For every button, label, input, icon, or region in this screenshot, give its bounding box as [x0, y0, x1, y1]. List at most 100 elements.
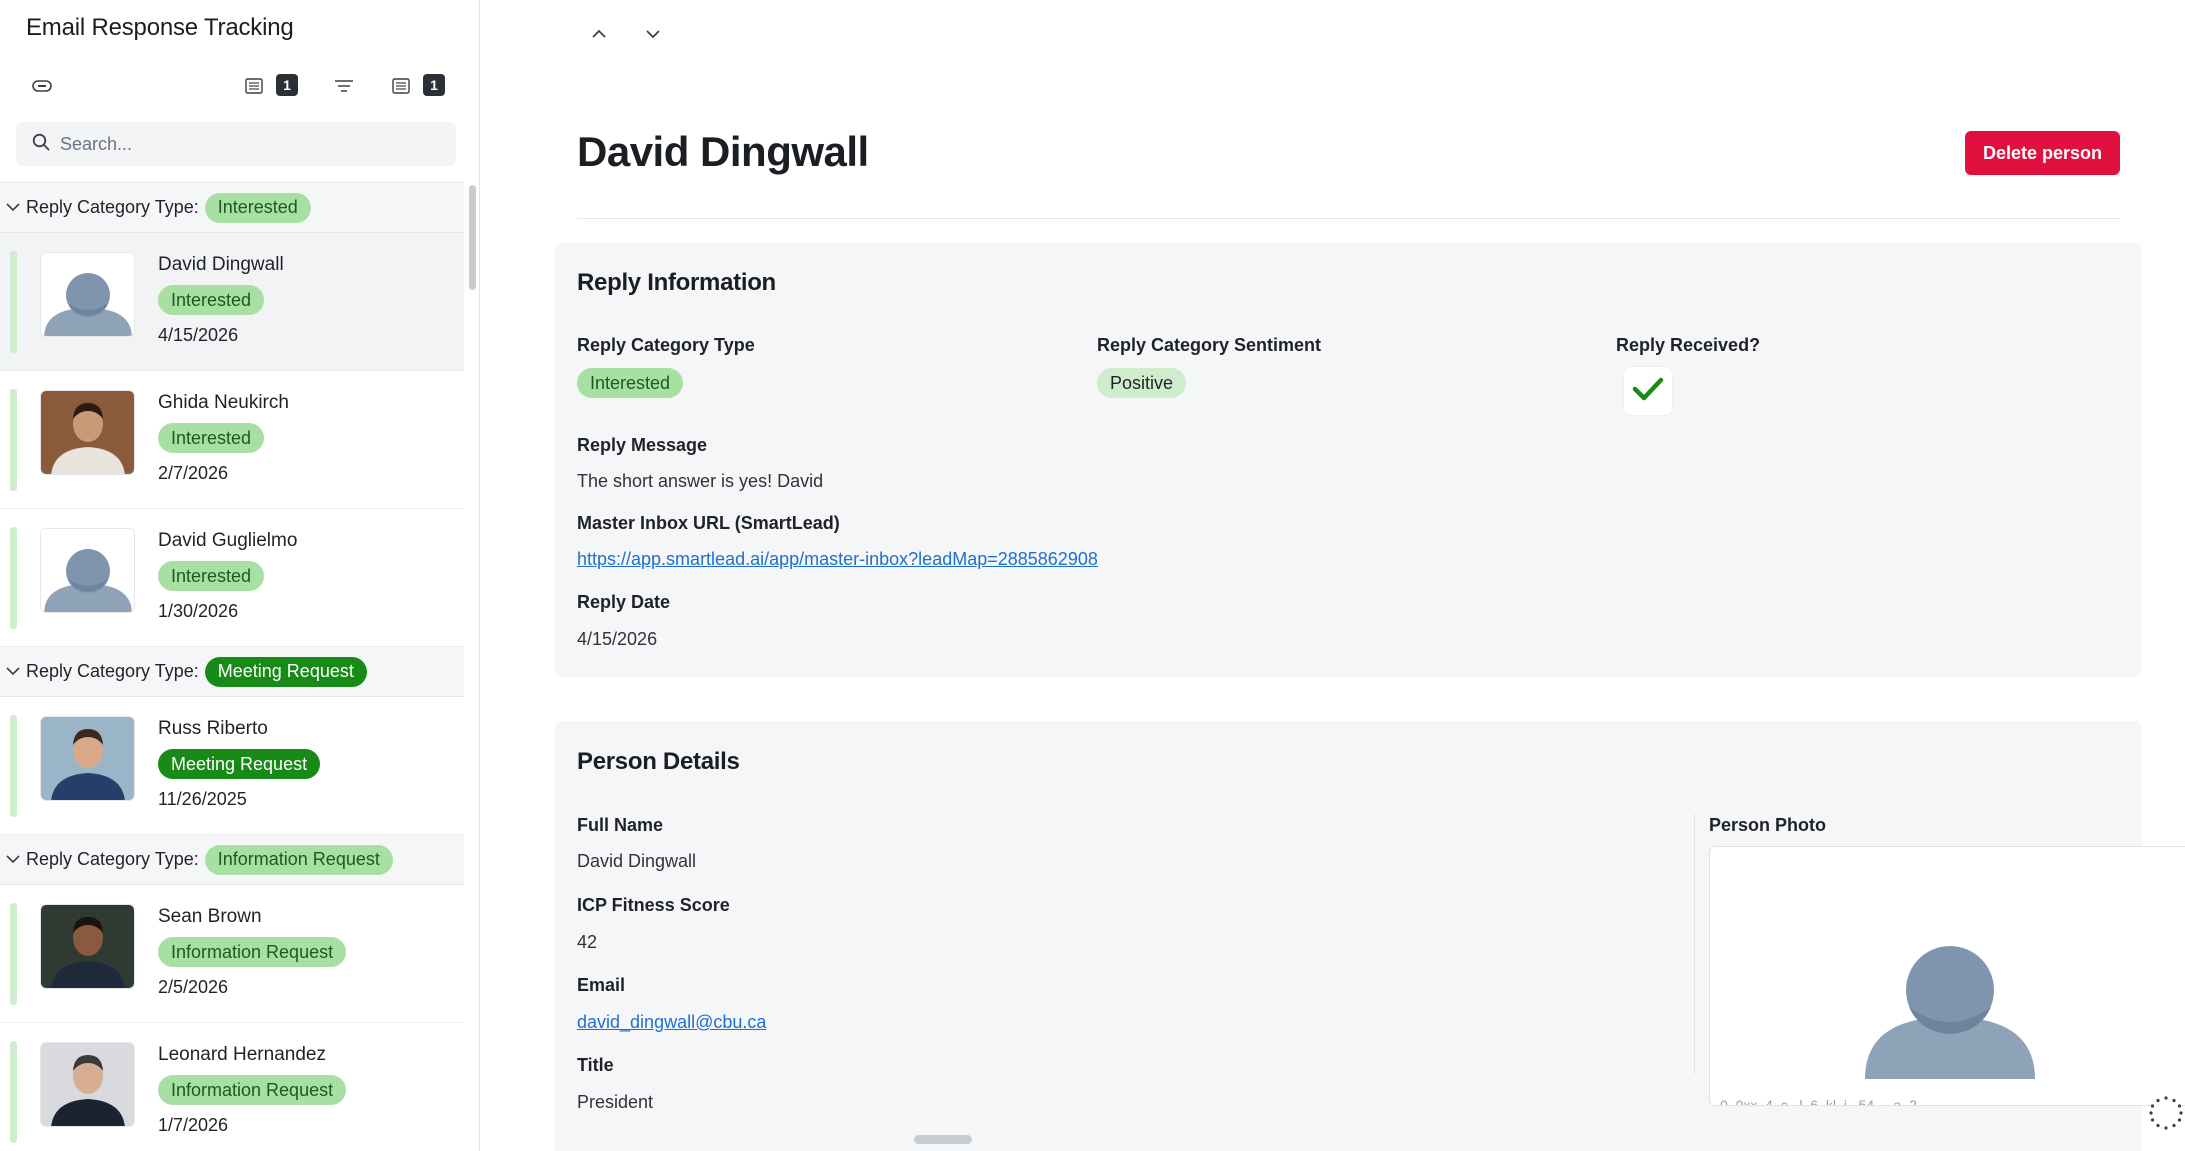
- category-pill: Information Request: [158, 1075, 347, 1105]
- person-photo[interactable]: 0_0xx_4_c...l_6_kl_i...54_...a_2: [1709, 846, 2185, 1106]
- avatar: [40, 716, 135, 801]
- sidebar-toolbar: 1 1: [0, 70, 479, 102]
- avatar: [40, 252, 135, 337]
- sidebar: Email Response Tracking 1 1 Reply Categ: [0, 0, 480, 1151]
- person-name: David Dingwall: [158, 254, 284, 275]
- card-info: Leonard Hernandez Information Request 1/7/…: [158, 1041, 347, 1136]
- card-info: David Dingwall Interested 4/15/2026: [158, 251, 284, 346]
- reply-message-label: Reply Message: [577, 435, 708, 455]
- group-value-pill: Information Request: [204, 844, 393, 875]
- reply-information-section: Reply Information Reply Category Type In…: [555, 242, 2142, 677]
- previous-record-button[interactable]: [586, 22, 612, 48]
- list-item[interactable]: Russ Riberto Meeting Request 11/26/2025: [0, 697, 464, 835]
- group-header[interactable]: Reply Category Type: Information Request: [0, 835, 464, 885]
- chevron-down-icon[interactable]: [4, 851, 22, 869]
- email-label: Email: [577, 975, 626, 995]
- category-pill: Information Request: [158, 937, 347, 967]
- master-inbox-url-label: Master Inbox URL (SmartLead): [577, 513, 840, 533]
- divider: [577, 218, 2120, 219]
- card-accent: [10, 715, 17, 817]
- fields-count-badge: 1: [276, 74, 298, 96]
- email-link[interactable]: david_dingwall@cbu.ca: [577, 1012, 766, 1033]
- fields-icon[interactable]: [243, 76, 265, 96]
- delete-person-button[interactable]: Delete person: [1965, 131, 2120, 175]
- reply-date: 1/30/2026: [158, 601, 239, 621]
- reply-date: 11/26/2025: [158, 789, 247, 809]
- reply-sentiment-field: Positive: [1097, 368, 1187, 398]
- list-item[interactable]: Sean Brown Information Request 2/5/2026: [0, 885, 464, 1023]
- section-title: Person Details: [577, 748, 740, 775]
- category-pill: Interested: [158, 285, 265, 315]
- reply-category-type-label: Reply Category Type: [577, 335, 755, 355]
- loading-spinner-icon: [2141, 1091, 2185, 1135]
- reply-date: 2/5/2026: [158, 977, 229, 997]
- card-info: David Guglielmo Interested 1/30/2026: [158, 527, 297, 622]
- section-title: Reply Information: [577, 269, 776, 296]
- category-pill: Interested: [158, 423, 265, 453]
- list-item[interactable]: Leonard Hernandez Information Request 1/7/…: [0, 1023, 464, 1151]
- card-accent: [10, 527, 17, 629]
- search-icon: [32, 133, 50, 156]
- search-input[interactable]: [60, 133, 440, 155]
- toggle-view-icon[interactable]: [31, 76, 53, 96]
- reply-date-value: 4/15/2026: [577, 629, 658, 649]
- card-accent: [10, 1041, 17, 1143]
- card-info: Ghida Neukirch Interested 2/7/2026: [158, 389, 289, 484]
- chevron-up-icon: [591, 26, 607, 44]
- person-photo-label: Person Photo: [1709, 815, 1827, 835]
- horizontal-scrollbar[interactable]: [914, 1135, 972, 1144]
- reply-category-type-field: Interested: [577, 368, 684, 398]
- card-info: Russ Riberto Meeting Request 11/26/2025: [158, 715, 321, 810]
- title-value: President: [577, 1092, 654, 1112]
- app-window: Email Response Tracking 1 1 Reply Categ: [0, 0, 2185, 1151]
- person-name: Ghida Neukirch: [158, 392, 289, 413]
- card-info: Sean Brown Information Request 2/5/2026: [158, 903, 347, 998]
- chevron-down-icon[interactable]: [4, 663, 22, 681]
- list-item[interactable]: David Guglielmo Interested 1/30/2026: [0, 509, 464, 647]
- chevron-down-icon[interactable]: [4, 199, 22, 217]
- person-name: Leonard Hernandez: [158, 1044, 326, 1065]
- chevron-down-icon: [645, 26, 661, 44]
- avatar: [40, 1042, 135, 1127]
- icp-fitness-score-label: ICP Fitness Score: [577, 895, 730, 915]
- sidebar-scrollbar[interactable]: [469, 185, 476, 290]
- avatar: [40, 528, 135, 613]
- person-name: David Guglielmo: [158, 530, 298, 551]
- reply-received-checkbox[interactable]: [1624, 367, 1672, 415]
- group-header[interactable]: Reply Category Type: Interested: [0, 183, 464, 233]
- full-name-label: Full Name: [577, 815, 664, 835]
- app-title: Email Response Tracking: [26, 14, 294, 41]
- category-pill: Interested: [158, 561, 265, 591]
- column-divider: [1694, 814, 1695, 1074]
- icp-fitness-score-value: 42: [577, 932, 598, 952]
- group-label: Reply Category Type:: [26, 197, 199, 217]
- page-title: David Dingwall: [577, 128, 869, 175]
- person-name: Russ Riberto: [158, 718, 268, 739]
- card-accent: [10, 251, 17, 353]
- group-label: Reply Category Type:: [26, 849, 199, 869]
- list-item[interactable]: David Dingwall Interested 4/15/2026: [0, 233, 464, 371]
- person-details-section: Person Details Full Name David Dingwall …: [555, 721, 2185, 1151]
- checkmark-icon: [1632, 376, 1664, 407]
- photo-caption: 0_0xx_4_c...l_6_kl_i...54_...a_2: [1720, 1097, 1917, 1106]
- person-name: Sean Brown: [158, 906, 262, 927]
- detail-panel: David Dingwall Delete person Reply Infor…: [481, 0, 2185, 1151]
- list-item[interactable]: Ghida Neukirch Interested 2/7/2026: [0, 371, 464, 509]
- reply-date-label: Reply Date: [577, 592, 671, 612]
- title-label: Title: [577, 1055, 614, 1075]
- next-record-button[interactable]: [640, 22, 666, 48]
- reply-message-value: The short answer is yes! David: [577, 471, 824, 491]
- group-count-badge: 1: [423, 74, 445, 96]
- reply-sentiment-label: Reply Category Sentiment: [1097, 335, 1322, 355]
- master-inbox-url-link[interactable]: https://app.smartlead.ai/app/master-inbo…: [577, 549, 1098, 570]
- group-by-icon[interactable]: [390, 76, 412, 96]
- group-value-pill: Meeting Request: [204, 656, 367, 687]
- filter-icon[interactable]: [333, 76, 355, 96]
- card-accent: [10, 389, 17, 491]
- group-header[interactable]: Reply Category Type: Meeting Request: [0, 647, 464, 697]
- group-value-pill: Interested: [204, 192, 311, 223]
- record-list: Reply Category Type: Interested David Ding…: [0, 182, 464, 1151]
- avatar: [40, 904, 135, 989]
- reply-category-type-pill: Interested: [577, 368, 684, 398]
- category-pill: Meeting Request: [158, 749, 321, 779]
